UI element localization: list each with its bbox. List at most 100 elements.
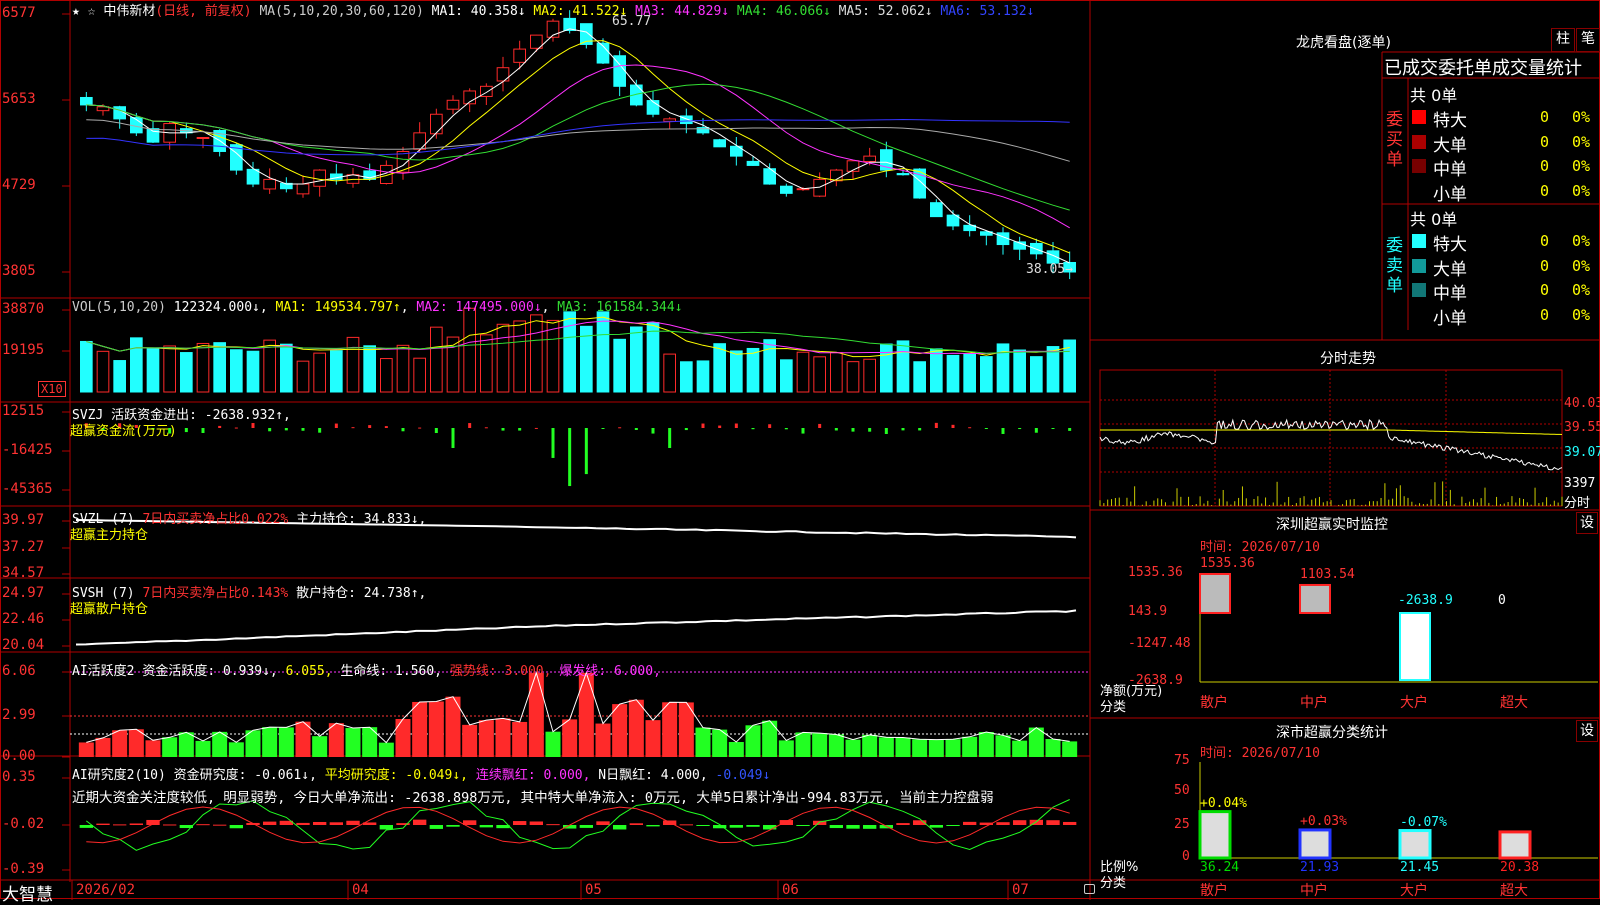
vol-unit-badge: X10 (38, 381, 66, 397)
volume-bar (563, 311, 576, 393)
buy-side-label: 委买单 (1386, 110, 1406, 170)
svzl-ratio: 7日内买卖净占比0.022% (142, 512, 289, 527)
stat-cat-2: 大户 (1400, 883, 1428, 899)
stock-name: 中伟新材 (103, 4, 156, 19)
monitor-y-tick-1: 143.9 (1128, 604, 1168, 619)
ai-active-bar (878, 737, 894, 757)
ai-research-part-1: 平均研究度: -0.049↓, (324, 768, 476, 783)
ai-research-part-3: N日飘红: 4.000, (598, 768, 716, 783)
kline-y-tick: 4729 (2, 177, 36, 193)
volume-bar (463, 307, 477, 393)
ai-research-bar (213, 824, 227, 826)
ai-active-bar (695, 727, 711, 757)
kline-header: ★ ☆ 中伟新材(日线, 前复权) MA(5,10,20,30,60,120) … (72, 0, 1034, 19)
ai-research-bar (1063, 821, 1077, 825)
svzj-bar (634, 428, 638, 430)
high-price-label: 65.77 (612, 14, 652, 29)
volume-bar (113, 360, 127, 393)
candle-body (863, 155, 876, 163)
ai-research-bar (579, 825, 593, 828)
ai-research-bar (296, 822, 310, 825)
volume-bar (80, 340, 93, 393)
ai-research-bar (896, 823, 910, 825)
sell-row-count-3: 0 (1540, 305, 1550, 324)
lock-icon[interactable] (1084, 884, 1095, 894)
ai2-y-tick: 0.35 (2, 769, 36, 785)
monitor-title: 深圳超赢实时监控 (1276, 517, 1388, 533)
candle-body (930, 202, 943, 218)
ai-research-bar (513, 821, 527, 825)
monitor-time: 时间: 2026/07/10 (1200, 540, 1320, 555)
candle-body (430, 113, 443, 135)
monitor-y-tick-0: 1535.36 (1128, 565, 1183, 580)
svzj-bar (468, 423, 472, 428)
order-stat-tabs[interactable]: 已成交委托单成交量统计 (1384, 54, 1598, 80)
volume-bar (613, 338, 626, 393)
svsh-y-tick: 20.04 (2, 637, 45, 653)
monitor-settings-button[interactable]: 设 (1576, 512, 1598, 534)
ai-active-part-4: 爆发线: 6.000, (559, 664, 661, 679)
lhb-title: 龙虎看盘(逐单) (1296, 35, 1391, 51)
svzj-bar (268, 428, 272, 432)
candle-body (513, 48, 526, 63)
svzj-bar (1001, 428, 1005, 434)
tick-mode-button[interactable]: 笔 (1576, 28, 1600, 52)
sell-row-count-1: 0 (1540, 256, 1550, 275)
ai-active-bar (1062, 741, 1078, 757)
ai-active-part-2: 生命线: 1.560, (340, 664, 450, 679)
candle-body (896, 173, 910, 176)
volume-bar (530, 314, 543, 393)
candle-body (1030, 242, 1043, 255)
stat-bar-3 (1498, 830, 1532, 860)
monitor-bar-1 (1299, 583, 1331, 614)
svzj-bar (251, 423, 255, 428)
ai-research-bar (463, 820, 477, 825)
stat-title: 深市超赢分类统计 (1276, 725, 1388, 741)
candle-body (713, 139, 726, 148)
ma-value-5: MA5: 52.062↓ (838, 4, 941, 19)
ai-active-bar (778, 740, 794, 757)
ai-active-bar (628, 699, 644, 757)
ai-active-bar (595, 723, 611, 757)
volume-bar (330, 350, 343, 393)
ai-active-bar (978, 732, 994, 757)
ai-active-bar (78, 742, 94, 757)
svzj-bar (334, 423, 338, 428)
stat-class-label: 分类 (1100, 876, 1127, 891)
buy-row-count-2: 0 (1540, 157, 1550, 175)
monitor-bar-label-2: -2638.9 (1398, 593, 1453, 608)
ai-active-values: 资金活跃度: 0.939↓, 6.055, 生命线: 1.560, 强势线: 3… (142, 664, 661, 679)
sell-side-text: 委卖单 (1386, 236, 1403, 296)
ai-research-bar (629, 823, 643, 825)
volume-bar (896, 340, 910, 393)
ai1-y-tick: 0.00 (2, 748, 36, 764)
ai-research-bar (429, 825, 443, 829)
volume-bar (730, 350, 743, 393)
svzj-bar (984, 428, 988, 429)
date-label-1: 04 (352, 882, 369, 898)
svzl-subtitle: 超赢主力持仓 (70, 528, 149, 543)
svzj-bar (401, 428, 405, 432)
stat-pct-1: +0.03% (1300, 813, 1347, 829)
volume-bar (930, 348, 943, 393)
volume-bar (196, 342, 210, 393)
svzj-bar (851, 428, 855, 432)
candle-body (746, 160, 760, 166)
bar-mode-button[interactable]: 柱 (1551, 28, 1575, 52)
monitor-cat-2: 大户 (1400, 695, 1428, 711)
candle-body (646, 100, 660, 115)
volume-bar (213, 342, 226, 393)
buy-swatch-1 (1412, 134, 1426, 149)
favorite-star-icon[interactable]: ★ ☆ (72, 4, 95, 19)
ai-active-bar (428, 701, 444, 757)
svzj-bar (884, 428, 888, 434)
ai-research-bar (546, 824, 560, 826)
vol-value: 122324.000↓ (173, 300, 260, 315)
ai-research-bar (696, 825, 710, 826)
buy-swatch-2 (1412, 159, 1426, 173)
stat-settings-button[interactable]: 设 (1576, 720, 1598, 742)
svzj-bar (951, 424, 955, 428)
svzj-bar (751, 428, 755, 430)
ai-research-part-2: 连续飘红: 0.000, (475, 768, 599, 783)
stat-val-2: 21.45 (1400, 860, 1440, 875)
